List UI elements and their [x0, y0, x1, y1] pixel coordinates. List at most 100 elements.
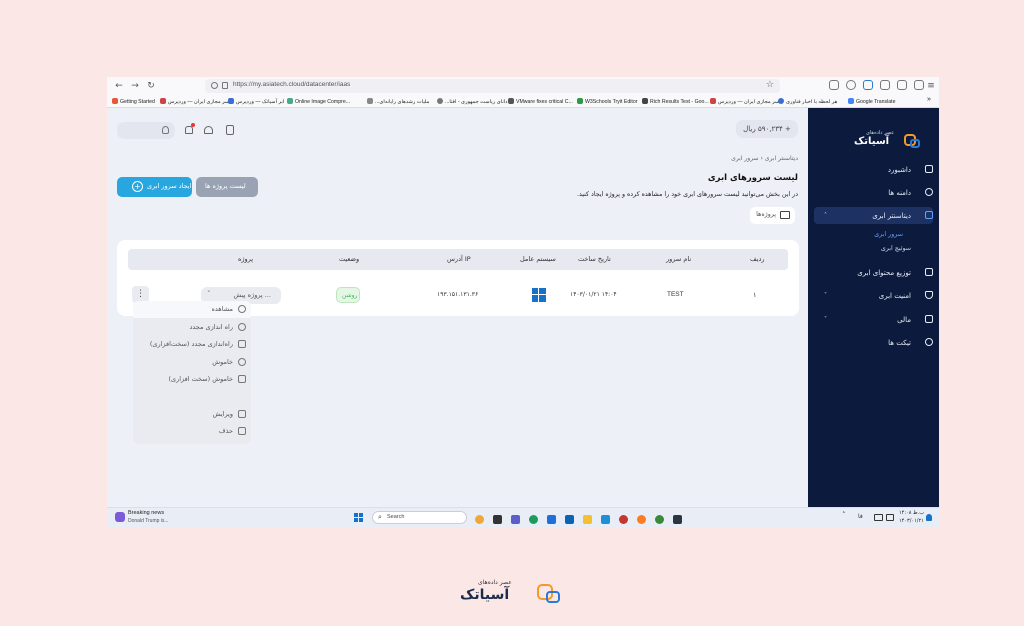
firefox-icon[interactable] [637, 515, 646, 524]
user-search-box[interactable] [117, 122, 175, 139]
page-description: در این بخش می‌توانید لیست سرورهای ابری خ… [576, 191, 798, 198]
cloud-logo-part [546, 591, 560, 603]
clock-date[interactable]: ۱۴۰۳/۰۱/۲۱ [899, 518, 924, 524]
database-icon[interactable] [226, 125, 234, 135]
bell-icon[interactable] [185, 126, 193, 134]
footer-logo: عصر داده‌های آسیاتک [460, 578, 566, 608]
projects-list-label: لیست پروژه ها [205, 182, 246, 190]
project-select-value: پروژه پیش ... [233, 291, 271, 299]
bookmark-item[interactable]: سر مجازی ایران — وردپرس [710, 98, 779, 105]
task-view-icon[interactable] [493, 515, 502, 524]
user-icon [162, 126, 169, 134]
bookmark-item[interactable]: ابر آسیاتک — وردپرس [228, 98, 284, 105]
vpn-shield-icon[interactable] [863, 80, 873, 90]
sidebar-item-domains[interactable]: دامنه ها [888, 189, 911, 197]
bookmark-item[interactable]: ...ملیات رشدهای رایانه‌ای [367, 98, 429, 105]
projects-list-button[interactable]: لیست پروژه ها [196, 177, 258, 197]
reload-icon[interactable]: ↻ [145, 80, 157, 92]
breadcrumb-root[interactable]: دیتاسنتر ابری [765, 155, 798, 162]
edge-icon[interactable] [547, 515, 556, 524]
account-icon[interactable] [846, 80, 856, 90]
taskbar-search[interactable]: ⌕ Search [372, 511, 467, 524]
tray-chevron-icon[interactable]: ˄ [842, 511, 846, 519]
sidebar-item-dashboard[interactable]: داشبورد [888, 166, 911, 174]
col-status: وضعیت [339, 255, 360, 263]
cell-created: ۱۴۰۳/۰۱/۲۱ ۱۴:۰۴ [570, 291, 617, 298]
pocket-icon[interactable] [829, 80, 839, 90]
share-icon[interactable] [914, 80, 924, 90]
clock-time[interactable]: ۱۴:۰۸ ب.ظ [899, 510, 924, 516]
terminal-icon[interactable] [673, 515, 682, 524]
breadcrumb-current: سرور ابری [731, 155, 759, 162]
eye-icon [238, 305, 246, 313]
col-ip: آدرس IP [447, 255, 471, 263]
network-icon[interactable] [874, 514, 883, 521]
shield-icon [925, 291, 933, 299]
bookmark-item[interactable]: W3Schools Tryit Editor [577, 98, 637, 105]
chevron-down-icon[interactable]: ˅ [824, 316, 827, 323]
outlook-icon[interactable] [565, 515, 574, 524]
address-bar[interactable]: https://my.asiatech.cloud/datacenter/iaa… [205, 79, 780, 93]
wallet-icon [925, 315, 933, 323]
bookmark-item[interactable]: ...دانای ریاست جمهوری - افتا [437, 98, 508, 105]
menu-item-hard-shutdown[interactable]: خاموش (سخت افزاری) [133, 371, 251, 388]
globe-icon [925, 188, 933, 196]
brand-logo[interactable]: عصر داده‌های آسیاتک [854, 128, 924, 154]
main-content: + ۵۹۰,۲۳۴ ریال دیتاسنتر ابری ‹ سرور ابری… [107, 108, 808, 507]
teams-icon[interactable] [511, 515, 520, 524]
bookmark-item[interactable]: هر لحظه با اخبار فناوری [778, 98, 837, 105]
menu-item-hard-restart[interactable]: راه‌اندازی مجدد (سخت‌افزاری) [133, 336, 251, 353]
menu-item-restart[interactable]: راه اندازی مجدد [133, 319, 251, 336]
sidebar-item-tickets[interactable]: تیکت ها [888, 339, 911, 347]
chevron-down-icon[interactable]: ˅ [824, 292, 827, 299]
extensions-icon[interactable] [880, 80, 890, 90]
browser-toolbar: ← → ↻ https://my.asiatech.cloud/datacent… [107, 77, 939, 95]
forward-icon[interactable]: → [129, 80, 141, 92]
sidebar-item-datacenter[interactable]: دیتاسنتر ابری [872, 212, 911, 220]
bookmark-item[interactable]: Rich Results Test - Goo... [642, 98, 709, 105]
menu-item-delete[interactable]: حذف [133, 423, 251, 440]
lock-icon [222, 82, 228, 89]
news-title[interactable]: Breaking news [128, 510, 164, 516]
col-project: پروژه [238, 255, 254, 263]
menu-icon[interactable]: ≡ [925, 80, 937, 92]
menu-item-edit[interactable]: ویرایش [133, 406, 251, 423]
chrome-icon[interactable] [529, 515, 538, 524]
explorer-icon[interactable] [583, 515, 592, 524]
bookmark-item[interactable]: VMware fixes critical C... [508, 98, 573, 105]
menu-item-shutdown[interactable]: خاموش [133, 354, 251, 371]
news-subtitle[interactable]: Donald Trump is... [128, 518, 169, 524]
sidebar-item-security[interactable]: امنیت ابری [879, 292, 911, 300]
volume-icon[interactable] [886, 514, 894, 521]
bookmark-item[interactable]: Getting Started [112, 98, 155, 105]
sidebar-item-cdn[interactable]: توزیع محتوای ابری [857, 269, 911, 277]
language-indicator[interactable]: فا [858, 513, 863, 520]
windows-icon [532, 288, 546, 302]
start-icon[interactable] [354, 513, 364, 523]
bookmark-item[interactable]: سر مجازی ایران — وردپرس [160, 98, 229, 105]
chevron-up-icon[interactable]: ˄ [824, 212, 827, 219]
mail-icon[interactable] [601, 515, 610, 524]
sidebar-subitem-cloud-server[interactable]: سرور ابری [874, 231, 903, 238]
copilot-icon[interactable] [475, 515, 484, 524]
opera-icon[interactable] [619, 515, 628, 524]
balance-value: ۵۹۰,۲۳۴ ریال [743, 125, 783, 133]
back-icon[interactable]: ← [113, 80, 125, 92]
status-badge: روشن [336, 287, 360, 303]
chrome-alt-icon[interactable] [655, 515, 664, 524]
sidebar-subitem-cloud-switch[interactable]: سوئیچ ابری [881, 245, 911, 252]
bookmark-item[interactable]: Google Translate [848, 98, 896, 105]
star-icon[interactable]: ☆ [766, 80, 774, 90]
projects-filter[interactable]: پروژه‌ها [750, 207, 795, 224]
news-icon[interactable] [115, 512, 125, 522]
more-bookmarks-icon[interactable]: » [927, 96, 931, 103]
sidebar-item-finance[interactable]: مالی [897, 316, 911, 324]
balance-pill[interactable]: + ۵۹۰,۲۳۴ ریال [736, 120, 798, 138]
balance-plus[interactable]: + [785, 125, 791, 133]
create-server-button[interactable]: + ایجاد سرور ابری [117, 177, 192, 197]
notifications-icon[interactable] [926, 514, 932, 521]
bookmark-item[interactable]: Online Image Compre... [287, 98, 350, 105]
headset-icon[interactable] [204, 126, 213, 134]
puzzle-icon[interactable] [897, 80, 907, 90]
menu-item-view[interactable]: مشاهده [133, 301, 251, 318]
